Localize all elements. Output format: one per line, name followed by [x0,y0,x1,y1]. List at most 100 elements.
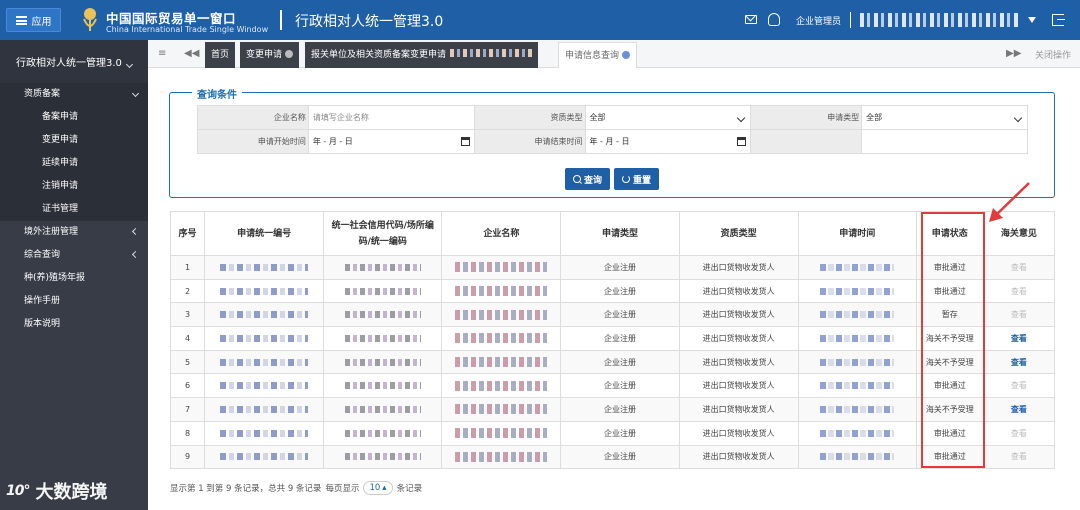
redacted-text [344,263,421,271]
view-opinion-link: 查看 [1010,381,1027,391]
sidebar-item-renew-apply[interactable]: 延续申请 [0,152,148,175]
sidebar-item-certificate-mgmt[interactable]: 证书管理 [0,198,148,221]
apply-type: 企业注册 [560,326,680,351]
enterprise-name-redacted [441,326,562,351]
apply-time-redacted [797,255,917,280]
redacted-text [220,453,309,461]
row-number: 7 [169,397,206,422]
start-time-input[interactable]: 年 - 月 - 日 [307,129,475,154]
chevron-down-icon [1013,113,1023,122]
scroll-right-icon[interactable]: ▶▶ [1006,48,1021,59]
redacted-text [455,333,548,344]
refresh-icon [621,175,630,183]
enterprise-name-redacted [441,397,562,422]
customs-opinion-cell: 查看 [982,373,1056,399]
search-button[interactable]: 查询 [565,168,610,190]
redacted-text [820,334,895,342]
apply-type: 企业注册 [560,373,680,399]
view-opinion-link: 查看 [1010,262,1027,272]
enterprise-name-redacted [441,302,562,328]
redacted-text [220,405,309,413]
tab-filing-change[interactable]: 报关单位及相关资质备案变更申请 [305,42,539,68]
sidebar-item-version-notes[interactable]: 版本说明 [0,313,148,336]
redacted-text [455,404,548,415]
apply-id-redacted [204,278,325,304]
apply-time-redacted [797,397,917,422]
user-divider [850,12,851,28]
credit-code-redacted [323,397,443,422]
sidebar-item-change-apply[interactable]: 变更申请 [0,129,148,152]
search-icon [572,175,581,183]
watermark-text: 大数跨境 [35,482,108,503]
sidebar-item-cancel-apply[interactable]: 注销申请 [0,175,148,198]
apply-time-redacted [797,278,917,304]
sidebar-item-overseas-registration[interactable]: 境外注册管理 [0,221,148,244]
user-dropdown-icon[interactable] [1028,17,1036,23]
qualification-type-label: 资质类型 [473,105,586,130]
chevron-down-icon [737,113,746,122]
sidebar-item-qualification-filing[interactable]: 资质备案 [0,83,148,106]
redacted-text [220,358,309,366]
tab-home[interactable]: 首页 [205,42,236,68]
tab-change-apply[interactable]: 变更申请 [240,42,300,68]
chevron-down-icon [125,60,134,69]
reset-button[interactable]: 重置 [614,168,659,190]
customer-service-icon[interactable] [768,13,780,26]
calendar-icon[interactable] [460,137,470,146]
row-number: 3 [169,302,206,328]
apply-type-select[interactable]: 全部 [861,105,1028,130]
sidebar-item-farm-annual-report[interactable]: 种(养)殖场年报 [0,267,148,290]
logout-icon[interactable] [1052,14,1065,26]
col-header: 资质类型 [678,211,799,256]
brand-name-en: China International Trade Single Window [106,25,269,34]
customs-opinion-cell: 查看 [982,326,1056,351]
credit-code-redacted [323,349,443,375]
sidebar-item-general-query[interactable]: 综合查询 [0,244,148,267]
enterprise-name-label: 企业名称 [197,105,309,130]
sidebar: 行政相对人统一管理3.0 资质备案 备案申请 变更申请 延续申请 注销申请 证书… [0,40,148,510]
apply-type: 企业注册 [560,302,680,328]
close-icon[interactable] [285,50,294,58]
empty-label-cell [750,129,863,154]
calendar-icon[interactable] [737,137,747,146]
close-operations-button[interactable]: 关闭操作 [1035,48,1071,61]
row-number: 2 [169,278,206,304]
row-number: 5 [169,349,206,375]
customs-opinion-cell: 查看 [982,420,1056,446]
view-opinion-link: 查看 [1010,286,1027,296]
redacted-text [455,428,548,439]
col-header: 申请统一编号 [204,211,325,256]
mail-icon[interactable] [745,15,757,24]
scroll-left-icon[interactable]: ◀◀ [184,48,199,59]
qualification-type-select[interactable]: 全部 [584,105,752,130]
redacted-text [455,451,548,462]
status-column-highlight [921,212,985,468]
view-opinion-link[interactable]: 查看 [1011,358,1027,367]
redacted-text [450,49,533,57]
customs-opinion-cell: 查看 [982,302,1056,328]
redacted-text [820,429,895,437]
app-menu-button[interactable]: 应用 [6,8,61,32]
row-number: 6 [169,373,206,399]
sidebar-item-filing-apply[interactable]: 备案申请 [0,106,148,129]
pagination: 显示第 1 到第 9 条记录，总共 9 条记录 每页显示 10 ▴ 条记录 [170,481,422,495]
sidebar-item-manual[interactable]: 操作手册 [0,290,148,313]
view-opinion-link[interactable]: 查看 [1011,334,1027,343]
enterprise-name-input[interactable]: 请填写企业名称 [307,105,475,130]
per-page-select[interactable]: 10 ▴ [363,481,393,495]
tab-apply-query[interactable]: 申请信息查询 [558,42,638,68]
row-number: 1 [169,255,206,280]
customs-opinion-cell: 查看 [982,444,1056,470]
apply-id-redacted [204,326,325,351]
enterprise-name-redacted [441,349,562,375]
credit-code-redacted [323,420,443,446]
menu-toggle-icon[interactable]: ≡ [158,48,166,59]
apply-type: 企业注册 [560,444,680,470]
view-opinion-link[interactable]: 查看 [1011,405,1027,414]
user-name-redacted [860,13,1020,27]
sidebar-title[interactable]: 行政相对人统一管理3.0 [0,40,148,83]
close-icon[interactable] [622,51,631,59]
end-time-input[interactable]: 年 - 月 - 日 [584,129,752,154]
col-header: 申请类型 [560,211,680,256]
redacted-text [820,358,895,366]
